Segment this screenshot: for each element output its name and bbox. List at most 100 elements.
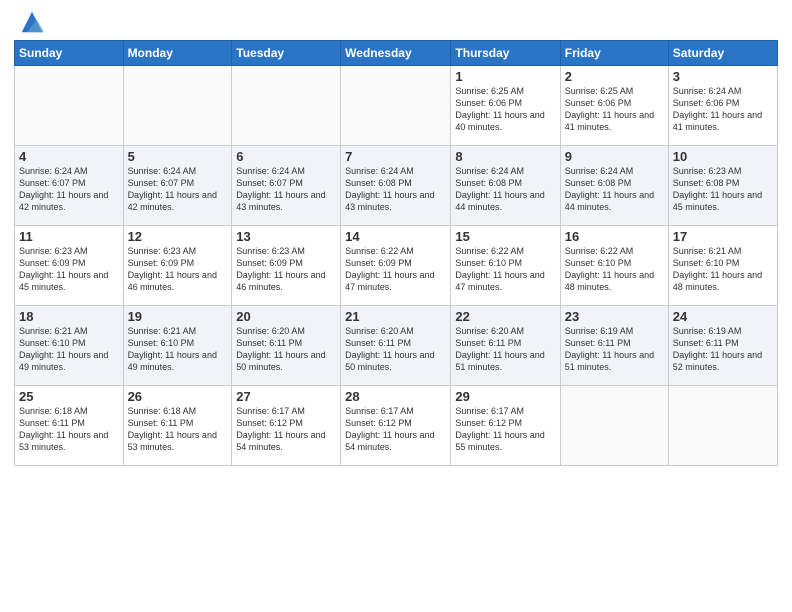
day-info: Sunrise: 6:17 AM Sunset: 6:12 PM Dayligh…	[345, 405, 446, 454]
day-number: 10	[673, 149, 773, 164]
header	[14, 10, 778, 36]
calendar-cell: 11Sunrise: 6:23 AM Sunset: 6:09 PM Dayli…	[15, 226, 124, 306]
day-info: Sunrise: 6:24 AM Sunset: 6:08 PM Dayligh…	[455, 165, 555, 214]
day-number: 6	[236, 149, 336, 164]
calendar-cell: 20Sunrise: 6:20 AM Sunset: 6:11 PM Dayli…	[232, 306, 341, 386]
calendar-cell: 2Sunrise: 6:25 AM Sunset: 6:06 PM Daylig…	[560, 66, 668, 146]
day-number: 5	[128, 149, 228, 164]
day-info: Sunrise: 6:20 AM Sunset: 6:11 PM Dayligh…	[345, 325, 446, 374]
day-info: Sunrise: 6:21 AM Sunset: 6:10 PM Dayligh…	[673, 245, 773, 294]
calendar-cell: 7Sunrise: 6:24 AM Sunset: 6:08 PM Daylig…	[341, 146, 451, 226]
calendar-cell: 9Sunrise: 6:24 AM Sunset: 6:08 PM Daylig…	[560, 146, 668, 226]
day-number: 26	[128, 389, 228, 404]
day-info: Sunrise: 6:23 AM Sunset: 6:08 PM Dayligh…	[673, 165, 773, 214]
calendar-week-row: 18Sunrise: 6:21 AM Sunset: 6:10 PM Dayli…	[15, 306, 778, 386]
calendar-cell: 4Sunrise: 6:24 AM Sunset: 6:07 PM Daylig…	[15, 146, 124, 226]
calendar-cell: 15Sunrise: 6:22 AM Sunset: 6:10 PM Dayli…	[451, 226, 560, 306]
weekday-header-saturday: Saturday	[668, 41, 777, 66]
day-number: 9	[565, 149, 664, 164]
day-info: Sunrise: 6:21 AM Sunset: 6:10 PM Dayligh…	[19, 325, 119, 374]
day-info: Sunrise: 6:23 AM Sunset: 6:09 PM Dayligh…	[236, 245, 336, 294]
calendar-cell: 6Sunrise: 6:24 AM Sunset: 6:07 PM Daylig…	[232, 146, 341, 226]
calendar-cell: 13Sunrise: 6:23 AM Sunset: 6:09 PM Dayli…	[232, 226, 341, 306]
calendar-cell: 14Sunrise: 6:22 AM Sunset: 6:09 PM Dayli…	[341, 226, 451, 306]
calendar-cell: 10Sunrise: 6:23 AM Sunset: 6:08 PM Dayli…	[668, 146, 777, 226]
calendar-cell: 23Sunrise: 6:19 AM Sunset: 6:11 PM Dayli…	[560, 306, 668, 386]
day-number: 11	[19, 229, 119, 244]
day-info: Sunrise: 6:24 AM Sunset: 6:08 PM Dayligh…	[565, 165, 664, 214]
calendar-cell	[123, 66, 232, 146]
day-info: Sunrise: 6:22 AM Sunset: 6:10 PM Dayligh…	[455, 245, 555, 294]
day-info: Sunrise: 6:18 AM Sunset: 6:11 PM Dayligh…	[128, 405, 228, 454]
day-info: Sunrise: 6:23 AM Sunset: 6:09 PM Dayligh…	[19, 245, 119, 294]
day-info: Sunrise: 6:22 AM Sunset: 6:10 PM Dayligh…	[565, 245, 664, 294]
day-number: 2	[565, 69, 664, 84]
day-info: Sunrise: 6:17 AM Sunset: 6:12 PM Dayligh…	[236, 405, 336, 454]
calendar-cell: 3Sunrise: 6:24 AM Sunset: 6:06 PM Daylig…	[668, 66, 777, 146]
logo-area	[14, 14, 46, 36]
day-number: 24	[673, 309, 773, 324]
calendar-cell: 16Sunrise: 6:22 AM Sunset: 6:10 PM Dayli…	[560, 226, 668, 306]
day-info: Sunrise: 6:24 AM Sunset: 6:06 PM Dayligh…	[673, 85, 773, 134]
day-info: Sunrise: 6:25 AM Sunset: 6:06 PM Dayligh…	[565, 85, 664, 134]
calendar-cell	[15, 66, 124, 146]
weekday-header-tuesday: Tuesday	[232, 41, 341, 66]
day-info: Sunrise: 6:17 AM Sunset: 6:12 PM Dayligh…	[455, 405, 555, 454]
calendar-cell: 24Sunrise: 6:19 AM Sunset: 6:11 PM Dayli…	[668, 306, 777, 386]
day-info: Sunrise: 6:24 AM Sunset: 6:07 PM Dayligh…	[236, 165, 336, 214]
day-number: 7	[345, 149, 446, 164]
day-info: Sunrise: 6:19 AM Sunset: 6:11 PM Dayligh…	[565, 325, 664, 374]
day-number: 12	[128, 229, 228, 244]
calendar-week-row: 25Sunrise: 6:18 AM Sunset: 6:11 PM Dayli…	[15, 386, 778, 466]
calendar-cell: 17Sunrise: 6:21 AM Sunset: 6:10 PM Dayli…	[668, 226, 777, 306]
logo-icon	[18, 8, 46, 36]
weekday-header-monday: Monday	[123, 41, 232, 66]
day-info: Sunrise: 6:25 AM Sunset: 6:06 PM Dayligh…	[455, 85, 555, 134]
weekday-header-friday: Friday	[560, 41, 668, 66]
calendar-week-row: 1Sunrise: 6:25 AM Sunset: 6:06 PM Daylig…	[15, 66, 778, 146]
day-info: Sunrise: 6:18 AM Sunset: 6:11 PM Dayligh…	[19, 405, 119, 454]
day-number: 23	[565, 309, 664, 324]
calendar-cell: 25Sunrise: 6:18 AM Sunset: 6:11 PM Dayli…	[15, 386, 124, 466]
calendar-cell: 12Sunrise: 6:23 AM Sunset: 6:09 PM Dayli…	[123, 226, 232, 306]
day-number: 8	[455, 149, 555, 164]
day-info: Sunrise: 6:22 AM Sunset: 6:09 PM Dayligh…	[345, 245, 446, 294]
day-number: 27	[236, 389, 336, 404]
weekday-header-thursday: Thursday	[451, 41, 560, 66]
calendar-cell: 19Sunrise: 6:21 AM Sunset: 6:10 PM Dayli…	[123, 306, 232, 386]
calendar-cell: 26Sunrise: 6:18 AM Sunset: 6:11 PM Dayli…	[123, 386, 232, 466]
calendar-cell: 28Sunrise: 6:17 AM Sunset: 6:12 PM Dayli…	[341, 386, 451, 466]
day-info: Sunrise: 6:20 AM Sunset: 6:11 PM Dayligh…	[455, 325, 555, 374]
day-number: 3	[673, 69, 773, 84]
day-number: 21	[345, 309, 446, 324]
day-info: Sunrise: 6:21 AM Sunset: 6:10 PM Dayligh…	[128, 325, 228, 374]
calendar-cell	[232, 66, 341, 146]
calendar-cell	[668, 386, 777, 466]
day-number: 25	[19, 389, 119, 404]
day-number: 22	[455, 309, 555, 324]
day-number: 15	[455, 229, 555, 244]
day-number: 14	[345, 229, 446, 244]
calendar-week-row: 11Sunrise: 6:23 AM Sunset: 6:09 PM Dayli…	[15, 226, 778, 306]
calendar-cell	[341, 66, 451, 146]
day-info: Sunrise: 6:23 AM Sunset: 6:09 PM Dayligh…	[128, 245, 228, 294]
calendar-table: SundayMondayTuesdayWednesdayThursdayFrid…	[14, 40, 778, 466]
calendar-cell: 8Sunrise: 6:24 AM Sunset: 6:08 PM Daylig…	[451, 146, 560, 226]
day-number: 20	[236, 309, 336, 324]
day-info: Sunrise: 6:24 AM Sunset: 6:07 PM Dayligh…	[19, 165, 119, 214]
day-info: Sunrise: 6:24 AM Sunset: 6:07 PM Dayligh…	[128, 165, 228, 214]
weekday-header-sunday: Sunday	[15, 41, 124, 66]
calendar-cell: 18Sunrise: 6:21 AM Sunset: 6:10 PM Dayli…	[15, 306, 124, 386]
day-info: Sunrise: 6:24 AM Sunset: 6:08 PM Dayligh…	[345, 165, 446, 214]
calendar-cell: 22Sunrise: 6:20 AM Sunset: 6:11 PM Dayli…	[451, 306, 560, 386]
day-number: 13	[236, 229, 336, 244]
day-number: 28	[345, 389, 446, 404]
weekday-header-wednesday: Wednesday	[341, 41, 451, 66]
page: SundayMondayTuesdayWednesdayThursdayFrid…	[0, 0, 792, 476]
day-number: 29	[455, 389, 555, 404]
calendar-cell: 29Sunrise: 6:17 AM Sunset: 6:12 PM Dayli…	[451, 386, 560, 466]
day-info: Sunrise: 6:19 AM Sunset: 6:11 PM Dayligh…	[673, 325, 773, 374]
day-number: 1	[455, 69, 555, 84]
day-number: 4	[19, 149, 119, 164]
calendar-cell: 5Sunrise: 6:24 AM Sunset: 6:07 PM Daylig…	[123, 146, 232, 226]
